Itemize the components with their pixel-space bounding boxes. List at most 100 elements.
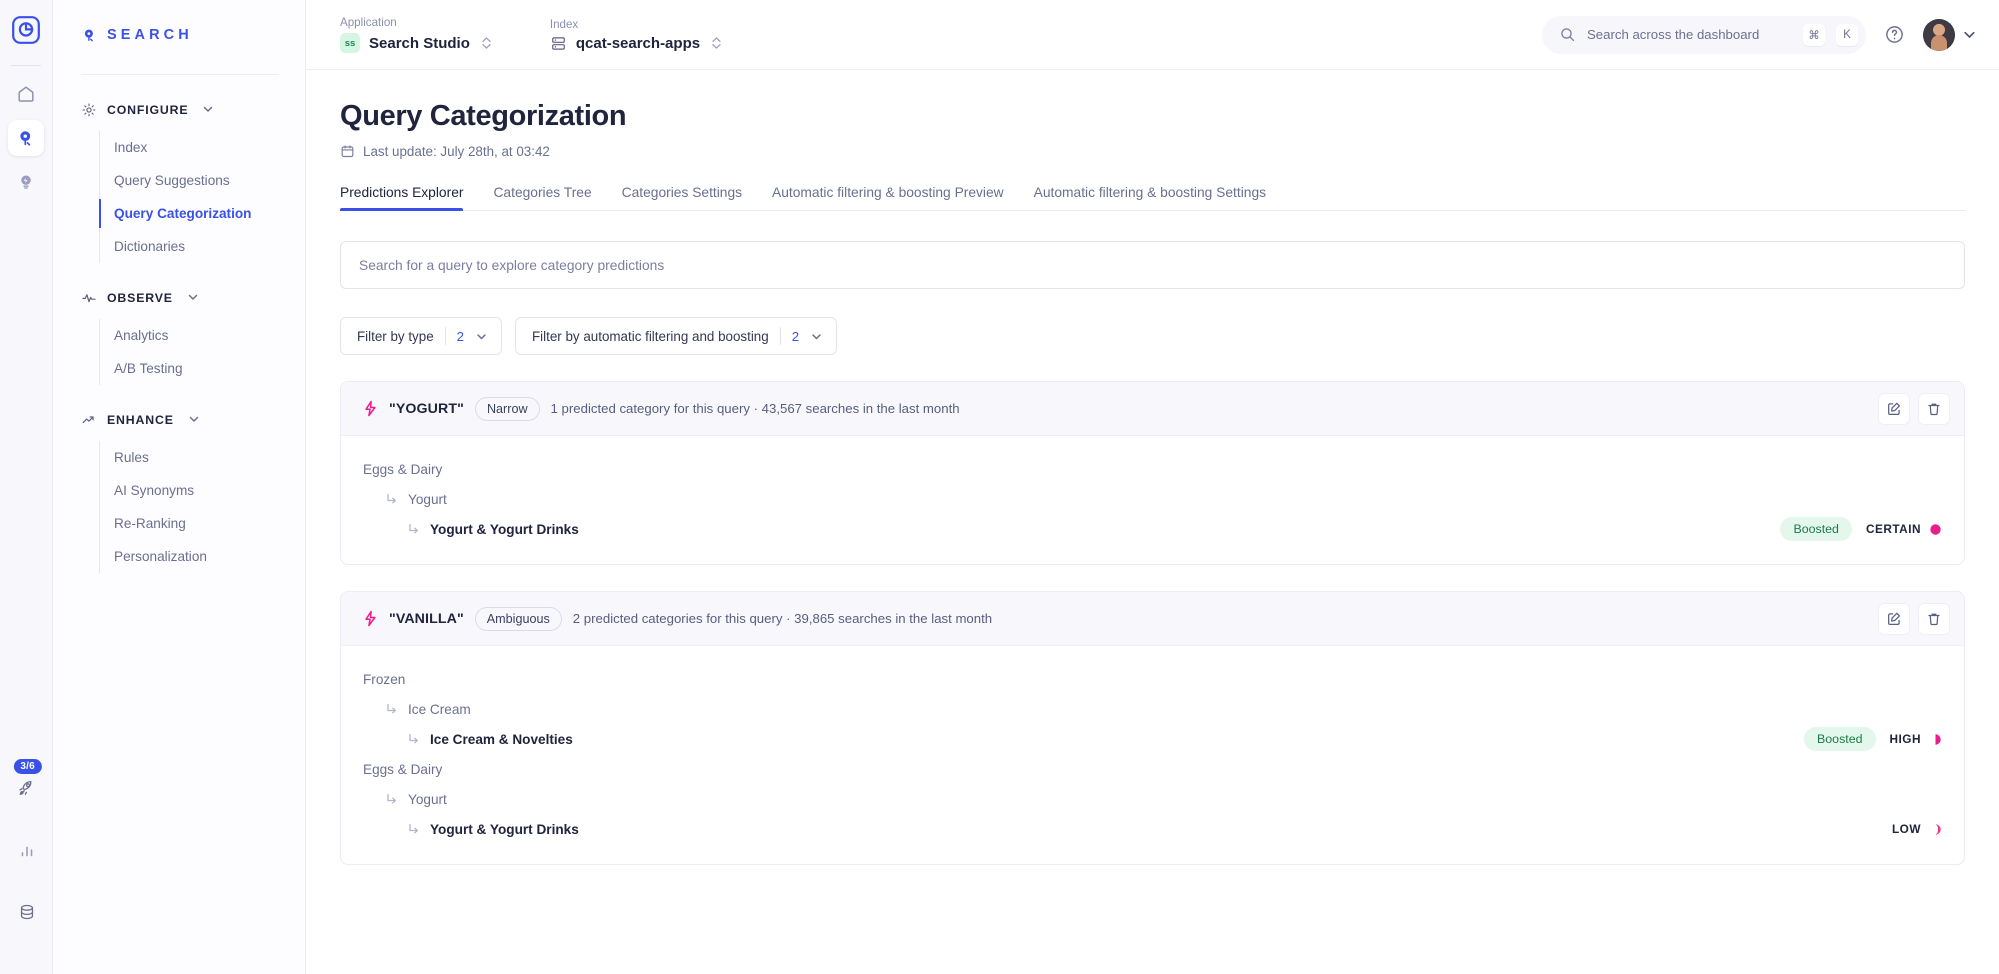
sidebar: SEARCH CONFIGURE Index Query Suggestion <box>53 0 306 974</box>
app-root: 3/6 <box>0 0 1999 974</box>
application-selector[interactable]: Application ss Search Studio <box>340 16 492 53</box>
filter-by-afb-count: 2 <box>792 329 799 344</box>
prediction-cards: "YOGURT" Narrow 1 predicted category for… <box>340 381 1965 865</box>
search-pin-icon <box>81 27 98 44</box>
edit-icon[interactable] <box>1878 393 1910 425</box>
tab-bar: Predictions Explorer Categories Tree Cat… <box>340 185 1965 211</box>
sidebar-group-header-configure[interactable]: CONFIGURE <box>53 95 305 125</box>
prediction-card: "VANILLA" Ambiguous 2 predicted categori… <box>340 591 1965 865</box>
filter-by-type-count: 2 <box>457 329 464 344</box>
shortcut-key-cmd: ⌘ <box>1803 24 1825 46</box>
category-label: Ice Cream <box>408 702 471 717</box>
filter-by-type-button[interactable]: Filter by type 2 <box>340 317 502 355</box>
rail-item-search[interactable] <box>8 120 44 156</box>
chevron-down-icon <box>202 103 214 118</box>
rail-item-home[interactable] <box>8 76 44 112</box>
category-label: Yogurt & Yogurt Drinks <box>430 522 579 537</box>
sidebar-item-ab-testing[interactable]: A/B Testing <box>100 352 305 385</box>
tab-categories-settings[interactable]: Categories Settings <box>622 185 742 210</box>
pulse-icon <box>81 290 97 306</box>
tab-afb-settings[interactable]: Automatic filtering & boosting Settings <box>1034 185 1266 210</box>
sidebar-item-personalization[interactable]: Personalization <box>100 540 305 573</box>
branch-arrow-icon <box>407 822 421 836</box>
query-search-placeholder: Search for a query to explore category p… <box>359 258 664 273</box>
dashboard-search-input[interactable]: Search across the dashboard ⌘ K <box>1542 16 1866 54</box>
filter-bar: Filter by type 2 Filter by automatic fil… <box>340 317 1965 355</box>
category-row: Yogurt <box>363 784 1942 814</box>
filter-divider <box>445 327 446 345</box>
category-label: Yogurt <box>408 792 447 807</box>
sidebar-item-index[interactable]: Index <box>100 131 305 164</box>
index-icon <box>550 35 567 52</box>
prediction-card: "YOGURT" Narrow 1 predicted category for… <box>340 381 1965 565</box>
query-term: "YOGURT" <box>389 401 464 417</box>
rail-bottom-group: 3/6 <box>0 770 53 956</box>
tab-afb-preview[interactable]: Automatic filtering & boosting Preview <box>772 185 1004 210</box>
query-meta: 1 predicted category for this query · 43… <box>551 401 960 416</box>
prediction-card-body: Eggs & Dairy Yogurt <box>341 436 1964 564</box>
onboarding-progress-badge: 3/6 <box>13 759 42 774</box>
brand-label: SEARCH <box>107 27 193 43</box>
lightning-bolt-icon <box>363 400 378 417</box>
filter-by-afb-button[interactable]: Filter by automatic filtering and boosti… <box>515 317 837 355</box>
last-update: Last update: July 28th, at 03:42 <box>340 144 1965 159</box>
rail-item-data[interactable] <box>9 894 45 930</box>
tab-predictions-explorer[interactable]: Predictions Explorer <box>340 185 463 210</box>
help-circle-icon[interactable] <box>1884 24 1905 45</box>
avatar <box>1923 19 1955 51</box>
sidebar-item-ai-synonyms[interactable]: AI Synonyms <box>100 474 305 507</box>
sidebar-brand: SEARCH <box>53 18 305 52</box>
confidence-dial-icon <box>1929 523 1942 536</box>
sidebar-item-dictionaries[interactable]: Dictionaries <box>100 230 305 263</box>
sidebar-items-enhance: Rules AI Synonyms Re-Ranking Personaliza… <box>99 441 305 573</box>
prediction-card-body: Frozen Ice Cream <box>341 646 1964 864</box>
delete-icon[interactable] <box>1918 393 1950 425</box>
chevron-down-icon <box>475 330 488 343</box>
rail-item-recommend[interactable] <box>8 164 44 200</box>
row-status: Boosted CERTAIN <box>1780 517 1942 541</box>
query-search-input[interactable]: Search for a query to explore category p… <box>340 241 1965 289</box>
last-update-text: Last update: July 28th, at 03:42 <box>363 144 550 159</box>
index-label: Index <box>550 18 722 31</box>
prediction-card-header: "VANILLA" Ambiguous 2 predicted categori… <box>341 592 1964 646</box>
chevron-down-icon <box>810 330 823 343</box>
boosted-badge: Boosted <box>1780 517 1851 541</box>
category-row: Ice Cream & Novelties Boosted HIGH <box>363 724 1942 754</box>
rail-item-analytics[interactable] <box>9 832 45 868</box>
rail-item-onboarding[interactable]: 3/6 <box>9 770 45 806</box>
sidebar-item-analytics[interactable]: Analytics <box>100 319 305 352</box>
sidebar-group-header-enhance[interactable]: ENHANCE <box>53 405 305 435</box>
query-term: "VANILLA" <box>389 611 464 627</box>
sidebar-item-re-ranking[interactable]: Re-Ranking <box>100 507 305 540</box>
algolia-logo-icon[interactable] <box>12 16 40 49</box>
filter-divider <box>780 327 781 345</box>
branch-arrow-icon <box>385 702 399 716</box>
tab-categories-tree[interactable]: Categories Tree <box>493 185 591 210</box>
sidebar-divider <box>81 74 279 75</box>
index-value: qcat-search-apps <box>576 35 700 52</box>
category-label: Eggs & Dairy <box>363 762 442 777</box>
row-status: Boosted HIGH <box>1804 727 1942 751</box>
category-row: Eggs & Dairy <box>363 754 1942 784</box>
category-label: Eggs & Dairy <box>363 462 442 477</box>
application-chip: ss <box>340 33 360 53</box>
edit-icon[interactable] <box>1878 603 1910 635</box>
user-menu[interactable] <box>1923 19 1977 51</box>
sidebar-group-header-observe[interactable]: OBSERVE <box>53 283 305 313</box>
chevron-updown-icon <box>481 35 492 51</box>
sidebar-item-query-categorization[interactable]: Query Categorization <box>100 197 305 230</box>
content-scroll: Query Categorization Last update: July 2… <box>306 70 1999 974</box>
index-selector[interactable]: Index qcat-search-apps <box>550 18 722 52</box>
confidence-indicator: HIGH <box>1890 732 1943 746</box>
category-row: Frozen <box>363 664 1942 694</box>
card-actions <box>1878 603 1950 635</box>
confidence-label: CERTAIN <box>1866 522 1921 536</box>
confidence-label: LOW <box>1892 822 1921 836</box>
sidebar-item-query-suggestions[interactable]: Query Suggestions <box>100 164 305 197</box>
sidebar-item-rules[interactable]: Rules <box>100 441 305 474</box>
delete-icon[interactable] <box>1918 603 1950 635</box>
category-label: Yogurt <box>408 492 447 507</box>
boosted-badge: Boosted <box>1804 727 1875 751</box>
application-label: Application <box>340 16 492 29</box>
prediction-card-header: "YOGURT" Narrow 1 predicted category for… <box>341 382 1964 436</box>
